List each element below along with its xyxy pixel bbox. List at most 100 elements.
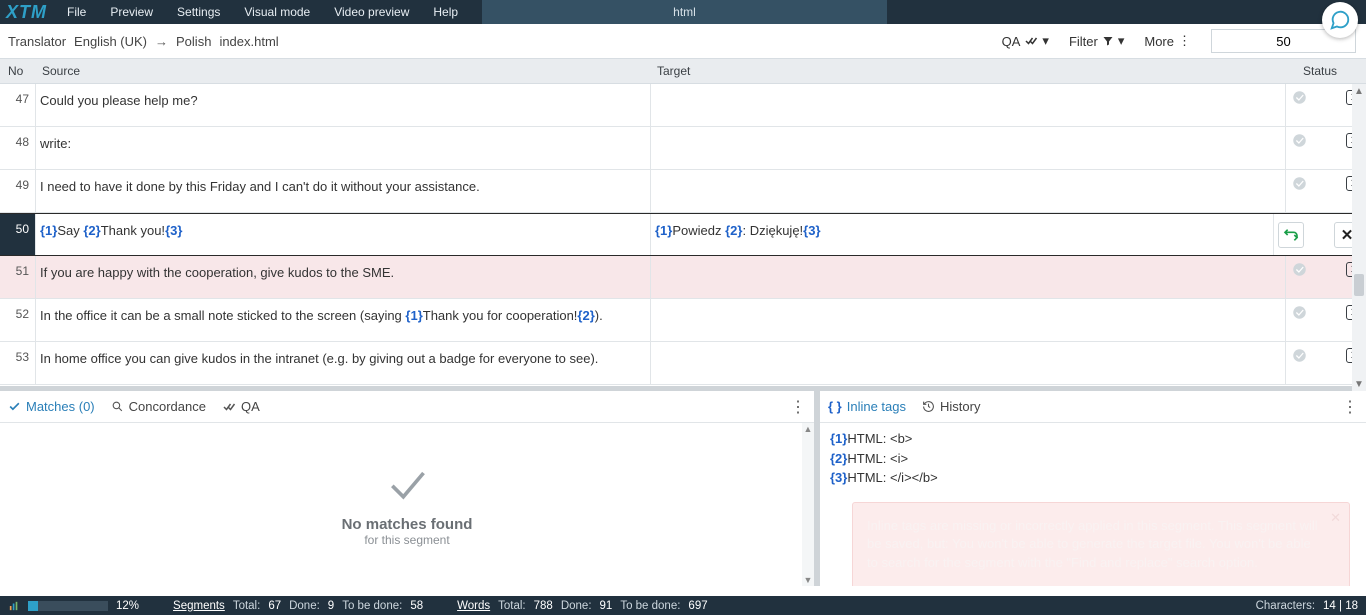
segment-row[interactable]: 53In home office you can give kudos in t… (0, 342, 1366, 385)
inline-tags-panel: { } Inline tags History ⋮ {1}HTML: <b>{2… (820, 391, 1366, 586)
source-cell[interactable]: write: (36, 127, 651, 169)
chars-value: 14 | 18 (1323, 600, 1358, 612)
column-header-status: Status (1274, 64, 1366, 78)
menu-visual-mode[interactable]: Visual mode (232, 0, 322, 24)
inline-tag: {2} (725, 223, 742, 238)
segment-row[interactable]: 52In the office it can be a small note s… (0, 299, 1366, 342)
target-cell[interactable] (651, 84, 1286, 126)
words-label[interactable]: Words (457, 600, 490, 612)
source-language: English (UK) (74, 34, 147, 49)
target-cell[interactable] (651, 170, 1286, 212)
segment-number: 47 (0, 84, 36, 126)
inline-tag: {3} (165, 223, 182, 238)
target-cell[interactable] (651, 256, 1286, 298)
segment-scrollbar[interactable]: ▲ ▼ (1352, 84, 1366, 391)
status-check-icon (1292, 305, 1307, 320)
segment-number: 48 (0, 127, 36, 169)
column-header-target: Target (651, 64, 1274, 78)
panel-menu-button[interactable]: ⋮ (1342, 397, 1358, 417)
segment-number: 49 (0, 170, 36, 212)
no-matches-title: No matches found (342, 516, 473, 533)
chevron-down-icon: ▾ (1118, 33, 1125, 49)
menu-file[interactable]: File (55, 0, 98, 24)
status-check-icon (1292, 262, 1307, 277)
segment-row[interactable]: 47Could you please help me?1 (0, 84, 1366, 127)
status-check-icon (1292, 348, 1307, 363)
segments-label[interactable]: Segments (173, 600, 225, 612)
target-cell[interactable] (651, 299, 1286, 341)
segment-row[interactable]: 48write:1 (0, 127, 1366, 170)
w-total: 788 (534, 600, 553, 612)
role-label: Translator (8, 34, 66, 49)
inline-tag-row: {3}HTML: </i></b> (830, 468, 1356, 488)
tab-history[interactable]: History (922, 399, 980, 414)
tab-matches[interactable]: Matches (0) (8, 399, 95, 414)
confirm-segment-button[interactable] (1278, 222, 1304, 248)
chart-icon (8, 601, 20, 611)
column-header-no: No (0, 64, 36, 78)
help-bubble-icon[interactable] (1322, 2, 1358, 38)
menu-preview[interactable]: Preview (98, 0, 165, 24)
seg-total-label: Total: (233, 600, 261, 612)
menu-settings[interactable]: Settings (165, 0, 232, 24)
filter-button[interactable]: Filter ▾ (1069, 33, 1124, 49)
source-cell[interactable]: I need to have it done by this Friday an… (36, 170, 651, 212)
target-language: Polish (176, 34, 211, 49)
qa-button[interactable]: QA ▾ (1002, 33, 1049, 49)
menubar: XTM FilePreviewSettingsVisual modeVideo … (0, 0, 1366, 24)
scroll-up-icon[interactable]: ▲ (1352, 84, 1366, 98)
status-bar: 12% Segments Total:67 Done:9 To be done:… (0, 596, 1366, 615)
tags-icon: { } (828, 399, 842, 414)
seg-todo-label: To be done: (342, 600, 402, 612)
seg-done: 9 (328, 600, 334, 612)
file-name: index.html (219, 34, 278, 49)
scroll-thumb[interactable] (1354, 274, 1364, 296)
inline-tag-row: {1}HTML: <b> (830, 429, 1356, 449)
source-cell[interactable]: If you are happy with the cooperation, g… (36, 256, 651, 298)
tab-inline-tags[interactable]: { } Inline tags (828, 399, 906, 414)
column-header-source: Source (36, 64, 651, 78)
progress-bar (28, 601, 108, 611)
context-bar: Translator English (UK) → Polish index.h… (0, 24, 1366, 59)
inline-tag-row: {2}HTML: <i> (830, 449, 1356, 469)
source-cell[interactable]: In home office you can give kudos in the… (36, 342, 651, 384)
scroll-down-icon[interactable]: ▼ (1352, 377, 1366, 391)
segment-grid: 47Could you please help me?148write:149I… (0, 84, 1366, 391)
inline-tag: {1} (655, 223, 672, 238)
source-cell[interactable]: In the office it can be a small note sti… (36, 299, 651, 341)
w-total-label: Total: (498, 600, 526, 612)
left-panel-scrollbar[interactable]: ▲▼ (802, 423, 814, 586)
tab-qa[interactable]: QA (222, 399, 260, 414)
more-button[interactable]: More ⋮ (1144, 33, 1191, 49)
segment-row[interactable]: 50{1}Say {2}Thank you!{3}{1}Powiedz {2}:… (0, 213, 1366, 256)
close-icon[interactable]: ✕ (1330, 509, 1341, 528)
inline-tag: {1} (40, 223, 57, 238)
menu-help[interactable]: Help (421, 0, 470, 24)
source-cell[interactable]: Could you please help me? (36, 84, 651, 126)
segment-row[interactable]: 51If you are happy with the cooperation,… (0, 256, 1366, 299)
status-check-icon (1292, 90, 1307, 105)
segment-number: 51 (0, 256, 36, 298)
bottom-panels: Matches (0) Concordance QA ⋮ No matches … (0, 391, 1366, 586)
column-header-row: No Source Target Status (0, 59, 1366, 84)
document-tab[interactable]: html (482, 0, 887, 24)
target-cell[interactable] (651, 342, 1286, 384)
target-cell[interactable] (651, 127, 1286, 169)
w-todo: 697 (688, 600, 707, 612)
seg-done-label: Done: (289, 600, 320, 612)
inline-tag: {3} (803, 223, 820, 238)
segment-number: 50 (0, 214, 36, 255)
segment-row[interactable]: 49I need to have it done by this Friday … (0, 170, 1366, 213)
w-done-label: Done: (561, 600, 592, 612)
menu-video-preview[interactable]: Video preview (322, 0, 421, 24)
panel-menu-button[interactable]: ⋮ (790, 397, 806, 417)
matches-panel: Matches (0) Concordance QA ⋮ No matches … (0, 391, 820, 586)
w-todo-label: To be done: (620, 600, 680, 612)
tab-concordance[interactable]: Concordance (111, 399, 206, 414)
status-check-icon (1292, 133, 1307, 148)
target-cell[interactable]: {1}Powiedz {2}: Dziękuję!{3} (651, 214, 1274, 255)
inline-tag: {2} (577, 308, 594, 323)
source-cell[interactable]: {1}Say {2}Thank you!{3} (36, 214, 651, 255)
seg-todo: 58 (410, 600, 423, 612)
no-matches-subtitle: for this segment (364, 533, 449, 547)
